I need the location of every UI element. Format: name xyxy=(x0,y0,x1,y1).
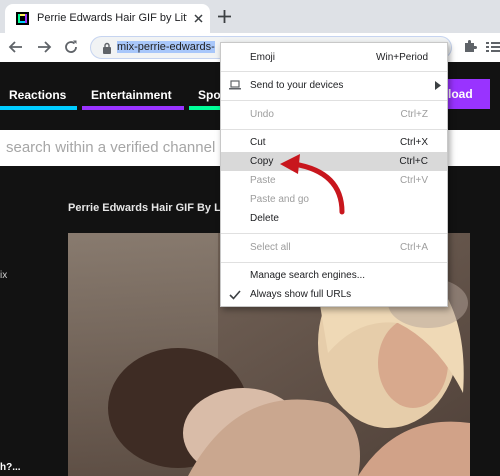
tab-strip: Perrie Edwards Hair GIF by Little xyxy=(0,0,500,33)
sidebar-text-bottom: h?... xyxy=(0,462,21,473)
menu-divider xyxy=(221,71,447,72)
lock-icon xyxy=(103,42,111,54)
laptop-icon xyxy=(229,80,241,90)
menu-label: Select all xyxy=(250,242,291,253)
menu-divider xyxy=(221,100,447,101)
url-selection: mix-perrie-edwards- xyxy=(117,41,215,53)
menu-item-send-to-devices[interactable]: Send to your devices xyxy=(221,76,447,95)
menu-shortcut: Ctrl+X xyxy=(399,137,428,148)
nav-entertainment[interactable]: Entertainment xyxy=(82,80,184,110)
nav-underline xyxy=(82,106,184,110)
submenu-arrow-icon xyxy=(435,81,441,90)
menu-item-always-show-full-urls[interactable]: Always show full URLs xyxy=(221,285,447,304)
menu-shortcut: Ctrl+V xyxy=(399,175,428,186)
checkmark-icon xyxy=(229,290,241,300)
menu-item-select-all: Select all Ctrl+A xyxy=(221,238,447,257)
back-arrow-icon[interactable] xyxy=(8,39,24,55)
search-placeholder: search within a verified channel xyxy=(6,139,216,156)
close-icon[interactable] xyxy=(191,11,206,26)
nav-label: Entertainment xyxy=(91,88,172,102)
annotation-arrow-icon xyxy=(280,154,345,215)
menu-shortcut: Ctrl+C xyxy=(399,156,428,167)
forward-arrow-icon[interactable] xyxy=(36,39,52,55)
puzzle-extensions-icon[interactable] xyxy=(462,39,477,54)
menu-label: Cut xyxy=(250,137,266,148)
active-tab[interactable]: Perrie Edwards Hair GIF by Little xyxy=(5,4,210,33)
list-menu-icon[interactable] xyxy=(486,39,500,55)
menu-item-emoji[interactable]: Emoji Win+Period xyxy=(221,48,447,67)
menu-divider xyxy=(221,129,447,130)
browser-window: Perrie Edwards Hair GIF by Little mix-pe… xyxy=(0,0,500,476)
giphy-favicon-icon xyxy=(16,12,29,25)
menu-shortcut: Win+Period xyxy=(376,52,428,63)
menu-label: Send to your devices xyxy=(250,80,344,91)
menu-item-manage-search-engines[interactable]: Manage search engines... xyxy=(221,266,447,285)
menu-divider xyxy=(221,262,447,263)
tab-title: Perrie Edwards Hair GIF by Little xyxy=(37,12,187,24)
nav-reactions[interactable]: Reactions xyxy=(0,80,77,110)
nav-label: Reactions xyxy=(9,88,67,102)
menu-label: Emoji xyxy=(250,52,276,63)
nav-underline xyxy=(0,106,77,110)
sidebar-text: ix xyxy=(0,270,8,281)
menu-label: Manage search engines... xyxy=(250,270,366,281)
menu-divider xyxy=(221,233,447,234)
nav-label: Spo xyxy=(198,88,221,102)
reload-icon[interactable] xyxy=(63,39,79,55)
menu-label: Always show full URLs xyxy=(250,289,352,300)
menu-shortcut: Ctrl+Z xyxy=(400,109,429,120)
menu-item-undo: Undo Ctrl+Z xyxy=(221,105,447,124)
menu-label: Undo xyxy=(250,109,274,120)
plus-icon[interactable] xyxy=(216,8,233,25)
menu-shortcut: Ctrl+A xyxy=(399,242,428,253)
